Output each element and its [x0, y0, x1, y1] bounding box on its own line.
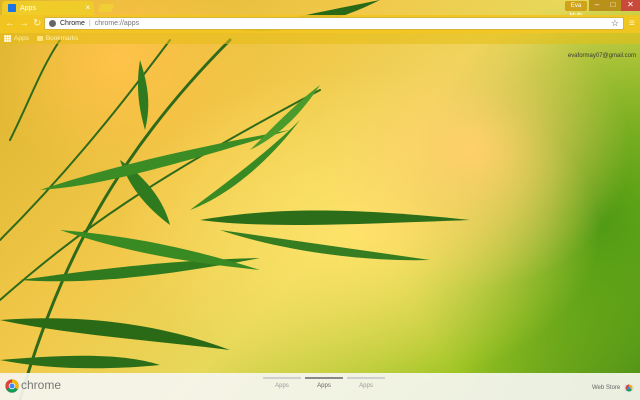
- page-tab-1[interactable]: Apps: [263, 377, 301, 389]
- page-tab-label: Apps: [359, 383, 373, 389]
- window-maximize-button[interactable]: □: [605, 0, 621, 11]
- address-site-label: Chrome: [60, 20, 85, 27]
- page-tab-indicator: [347, 377, 385, 379]
- window-minimize-button[interactable]: –: [589, 0, 605, 11]
- folder-icon[interactable]: [36, 36, 43, 41]
- page-tab-2[interactable]: Apps: [305, 377, 343, 389]
- reload-icon[interactable]: ↻: [33, 18, 41, 30]
- address-separator: |: [88, 20, 91, 27]
- apps-favicon-icon: [8, 4, 16, 12]
- chrome-brand-label: chrome: [21, 378, 62, 392]
- tab-apps[interactable]: Apps ×: [2, 1, 94, 15]
- profile-badge[interactable]: Eva Mulh: [565, 1, 587, 19]
- webstore-icon[interactable]: [624, 382, 634, 392]
- menu-icon[interactable]: ≡: [629, 18, 635, 30]
- page-tab-indicator: [263, 377, 301, 379]
- new-tab-button[interactable]: [97, 4, 115, 12]
- apps-bottom-bar: chrome Apps Apps Apps Web Store: [0, 373, 640, 400]
- tab-title: Apps: [20, 4, 36, 12]
- bookmark-apps[interactable]: Apps: [14, 35, 29, 42]
- page-tab-label: Apps: [275, 383, 289, 389]
- page-tab-3[interactable]: Apps: [347, 377, 385, 389]
- chrome-logo-icon: [5, 379, 19, 393]
- tab-close-button[interactable]: ×: [85, 3, 90, 12]
- bookmarks-bar: Apps Bookmarks: [0, 33, 640, 44]
- forward-icon[interactable]: →: [19, 18, 29, 30]
- bookmark-bookmarks[interactable]: Bookmarks: [46, 35, 79, 42]
- star-icon[interactable]: ☆: [611, 18, 619, 29]
- apps-grid-icon[interactable]: [4, 35, 11, 42]
- site-info-icon[interactable]: [49, 20, 56, 27]
- bamboo-leaves-photo: [0, 0, 470, 400]
- tab-strip: Apps × Eva Mulh – □ ✕: [0, 0, 640, 19]
- account-email[interactable]: evaformay07@gmail.com: [568, 53, 636, 59]
- page-tab-label: Apps: [317, 383, 331, 389]
- address-url[interactable]: chrome://apps: [95, 20, 139, 27]
- page-tab-indicator: [305, 377, 343, 379]
- browser-toolbar: ← → ↻ Chrome | chrome://apps ☆ ≡: [0, 15, 640, 33]
- back-icon[interactable]: ←: [5, 18, 15, 30]
- webstore-link[interactable]: Web Store: [592, 385, 620, 391]
- window-close-button[interactable]: ✕: [621, 0, 640, 11]
- address-bar[interactable]: Chrome | chrome://apps ☆: [44, 17, 624, 30]
